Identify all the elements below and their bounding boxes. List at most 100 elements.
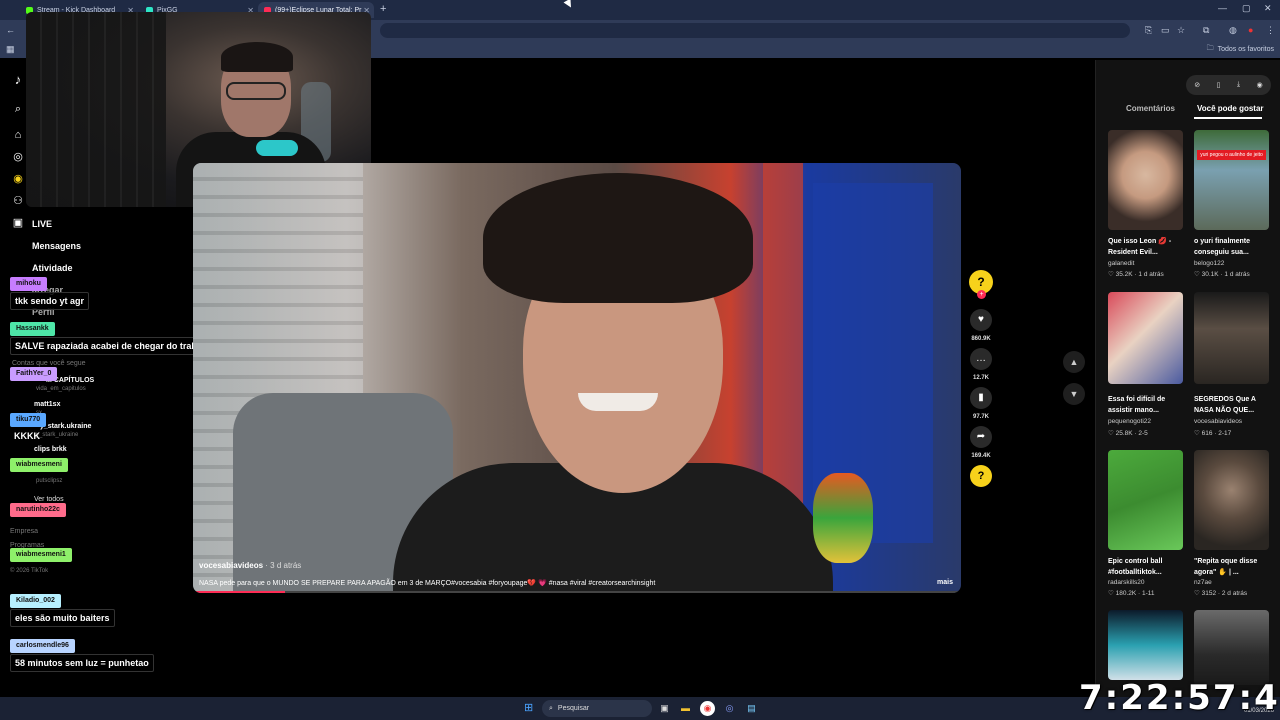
- search-icon: ⌕: [549, 704, 553, 712]
- close-window-button[interactable]: ✕: [1264, 3, 1272, 14]
- sidebar-item-activity[interactable]: Atividade: [32, 263, 73, 273]
- sidebar-item-messages[interactable]: Mensagens: [32, 241, 81, 251]
- tab-suggested[interactable]: Você pode gostar: [1197, 104, 1264, 113]
- video-thumbnail[interactable]: [1108, 610, 1183, 680]
- search-icon[interactable]: ⌕: [10, 101, 26, 117]
- video-author[interactable]: vocesabiavideos · 3 d atrás: [199, 561, 301, 570]
- like-heart-icon[interactable]: ♥: [970, 309, 992, 331]
- following-handle: putsclipsz: [36, 478, 63, 484]
- video-thumbnail[interactable]: [1108, 292, 1183, 384]
- following-name[interactable]: clips brkk: [34, 446, 67, 453]
- apps-icon[interactable]: ▦: [6, 44, 15, 55]
- back-icon[interactable]: ←: [6, 25, 15, 35]
- card-author[interactable]: galanedit: [1108, 260, 1134, 267]
- copyright: © 2026 TikTok: [10, 568, 49, 574]
- chat-username: Kiladio_002: [10, 594, 61, 608]
- app-icon[interactable]: ▤: [744, 701, 759, 716]
- presenter-hair: [483, 173, 753, 303]
- comment-icon[interactable]: …: [970, 348, 992, 370]
- video-player[interactable]: vocesabiavideos · 3 d atrás NASA pede pa…: [193, 163, 961, 593]
- chat-message: SALVE rapaziada acabei de chegar do trab…: [10, 337, 223, 355]
- save-count: 97.7K: [972, 414, 989, 420]
- video-thumbnail[interactable]: [1108, 130, 1183, 230]
- minimize-button[interactable]: —: [1218, 3, 1227, 13]
- card-author[interactable]: belogo122: [1194, 260, 1224, 267]
- card-title[interactable]: o yuri finalmente conseguiu sua...: [1194, 236, 1274, 258]
- tab-comments[interactable]: Comentários: [1126, 104, 1175, 113]
- card-author[interactable]: pequenogoti22: [1108, 418, 1151, 425]
- star-icon[interactable]: ☆: [1177, 25, 1185, 36]
- following-name[interactable]: y_stark.ukraine: [40, 423, 91, 430]
- sidebar-item-live[interactable]: LIVE: [32, 219, 52, 229]
- chevron-down-icon[interactable]: ▼: [1063, 383, 1085, 405]
- suggestions-panel: ⊘ ▯ ⤓ ◉ Comentários Você pode gostar Que…: [1095, 60, 1280, 700]
- cast-icon[interactable]: ▭: [1161, 25, 1170, 36]
- card-stats: ♡ 3152 · 2 d atrás: [1194, 590, 1248, 597]
- card-title[interactable]: "Repita oque disse agora" ✋ | ...: [1194, 556, 1274, 578]
- following-handle: vida_em_capitulos: [36, 386, 86, 392]
- profile-icon[interactable]: ◍: [1229, 25, 1237, 36]
- following-name[interactable]: matt1sx: [34, 401, 60, 408]
- chrome-icon[interactable]: ◉: [700, 701, 715, 716]
- card-title[interactable]: SEGREDOS Que A NASA NÃO QUE...: [1194, 394, 1274, 416]
- task-view-icon[interactable]: ▣: [657, 701, 672, 716]
- sound-disc-icon[interactable]: ?: [970, 465, 992, 487]
- url-field[interactable]: [380, 23, 1130, 38]
- explore-icon[interactable]: ◎: [10, 149, 26, 165]
- acoustic-panel: [26, 12, 166, 207]
- chat-message: KKKK: [14, 431, 40, 441]
- chat-username: narutinho22c: [10, 503, 66, 517]
- video-caption: NASA pede para que o MUNDO SE PREPARE PA…: [199, 580, 656, 587]
- video-thumbnail[interactable]: [1108, 450, 1183, 550]
- more-button[interactable]: mais: [937, 579, 953, 586]
- friends-icon[interactable]: ⚇: [10, 193, 26, 209]
- chat-message: tkk sendo yt agr: [10, 292, 90, 310]
- video-thumbnail[interactable]: [1194, 450, 1269, 550]
- video-thumbnail[interactable]: [1194, 292, 1269, 384]
- video-thumbnail[interactable]: yuri pegou o aulinho de jeito: [1194, 130, 1269, 230]
- chevron-up-icon[interactable]: ▲: [1063, 351, 1085, 373]
- bookmark-icon[interactable]: ▮: [970, 387, 992, 409]
- chat-username: tiku770: [10, 413, 47, 427]
- card-stats: ♡ 25.8K · 2-5: [1108, 430, 1148, 437]
- chat-username: Hassankk: [10, 322, 55, 336]
- translate-icon[interactable]: ⎘: [1145, 25, 1152, 36]
- share-icon[interactable]: ➦: [970, 426, 992, 448]
- card-stats: ♡ 180.2K · 1-11: [1108, 590, 1155, 597]
- card-author[interactable]: nz7ae: [1194, 579, 1212, 586]
- comment-count: 12.7K: [972, 375, 989, 381]
- download-icon[interactable]: ⤓: [1237, 81, 1240, 89]
- stream-clock: 7:22:57:40: [1079, 678, 1280, 718]
- recording-icon[interactable]: ●: [1248, 25, 1253, 35]
- new-tab-button[interactable]: +: [380, 3, 386, 15]
- see-all-link[interactable]: Ver todos: [34, 496, 64, 503]
- home-icon[interactable]: ⌂: [10, 127, 26, 143]
- chat-message: eles são muito baiters: [10, 609, 115, 627]
- card-author[interactable]: radarskills20: [1108, 579, 1145, 586]
- video-progress-bar[interactable]: [193, 591, 961, 593]
- phone-icon[interactable]: ▯: [1217, 81, 1221, 89]
- company-link[interactable]: Empresa: [10, 528, 38, 535]
- no-sign-icon[interactable]: ⊘: [1194, 81, 1200, 89]
- tiktok-logo-icon[interactable]: ♪: [10, 72, 26, 88]
- live-icon[interactable]: ▣: [10, 215, 26, 231]
- video-thumbnail[interactable]: [1194, 610, 1269, 685]
- extensions-icon[interactable]: ⧉: [1203, 25, 1209, 36]
- file-explorer-icon[interactable]: ▬: [678, 701, 693, 716]
- windows-start-icon[interactable]: ⊞: [524, 702, 536, 714]
- card-title[interactable]: Epic control ball #footballtiktok...: [1108, 556, 1188, 578]
- maximize-button[interactable]: ▢: [1242, 3, 1251, 14]
- card-title[interactable]: Que isso Leon 💋 - Resident Evil...: [1108, 236, 1188, 258]
- parrot-toy: [813, 473, 873, 563]
- all-bookmarks[interactable]: 🗀 Todos os favoritos: [1207, 44, 1274, 55]
- chat-message: 58 minutos sem luz = punhetao: [10, 654, 154, 672]
- taskbar-search[interactable]: ⌕ Pesquisar: [542, 700, 652, 717]
- card-author[interactable]: vocesabiavideos: [1194, 418, 1242, 425]
- following-icon[interactable]: ◉: [10, 171, 26, 187]
- card-title[interactable]: Essa foi difícil de assistir mano...: [1108, 394, 1188, 416]
- follow-plus-icon[interactable]: +: [977, 290, 986, 299]
- chat-username: FaithYer_0: [10, 367, 58, 381]
- discord-icon[interactable]: ◎: [722, 701, 737, 716]
- menu-icon[interactable]: ⋮: [1266, 25, 1275, 36]
- avatar[interactable]: ◉: [1257, 81, 1263, 89]
